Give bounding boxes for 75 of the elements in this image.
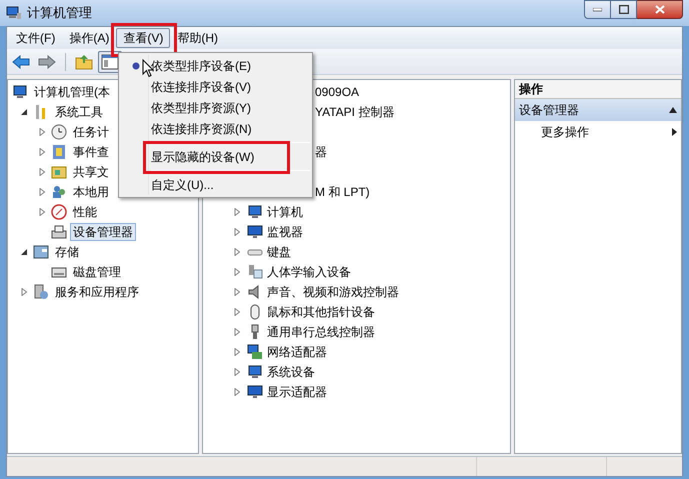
expand-arrow-icon[interactable] [233,368,241,376]
expand-arrow-icon[interactable] [233,288,241,296]
tree-item[interactable]: 磁盘管理 [70,263,124,281]
minimize-button[interactable] [584,0,611,19]
back-arrow-icon [12,54,30,68]
expand-arrow-icon[interactable] [38,128,46,136]
tree-item[interactable]: 监视器 [267,223,303,241]
menu-item[interactable]: 依连接排序资源(N) [121,118,310,139]
monitor-icon [247,224,263,240]
forward-arrow-icon [38,54,56,68]
computer-icon [12,84,28,100]
menu-bar-item[interactable]: 操作(A) [62,28,116,48]
tree-item[interactable]: 服务和应用程序 [52,283,142,301]
tree-item[interactable]: 设备管理器 [70,223,136,241]
expand-arrow-icon[interactable] [233,228,241,236]
menu-item[interactable]: 自定义(U)... [121,174,310,195]
tree-item[interactable]: 声音、视频和游戏控制器 [267,283,399,301]
menu-item[interactable]: 依类型排序资源(Y) [121,97,310,118]
tree-item[interactable]: 计算机管理(本 [31,83,113,101]
actions-header: 操作 [515,80,681,99]
clock-icon [51,124,67,140]
tree-item[interactable]: 器 [315,143,327,161]
menu-item[interactable]: 显示隐藏的设备(W) [121,146,310,167]
close-icon [654,5,664,14]
tree-item[interactable]: 网络适配器 [267,343,327,361]
menu-bar-item[interactable]: 文件(F) [9,28,62,48]
network-icon [247,344,263,360]
tree-item[interactable]: 性能 [70,203,100,221]
collapse-arrow-icon[interactable] [20,108,28,116]
expand-arrow-icon[interactable] [233,208,241,216]
tree-item[interactable]: 通用串行总线控制器 [267,323,375,341]
expand-arrow-icon[interactable] [233,268,241,276]
monitor-icon [247,384,263,400]
minimize-icon [593,8,602,12]
menu-bar-item[interactable]: 查看(V) [116,28,170,48]
tree-item[interactable]: 事件查 [70,143,112,161]
expand-arrow-icon[interactable] [233,308,241,316]
actions-section[interactable]: 设备管理器 [515,99,681,121]
tree-item[interactable]: 0909OA [315,83,360,101]
computer-management-icon [6,5,22,21]
menu-bar-item[interactable]: 帮助(H) [170,28,225,48]
users-icon [51,184,67,200]
tree-item[interactable]: 本地用 [70,183,112,201]
close-button[interactable] [637,0,683,19]
expand-arrow-icon[interactable] [20,288,28,296]
tree-item[interactable]: YATAPI 控制器 [315,103,394,121]
collapse-arrow-icon[interactable] [20,248,28,256]
expand-arrow-icon[interactable] [38,148,46,156]
expand-arrow-icon[interactable] [233,388,241,396]
tree-item[interactable]: 共享文 [70,163,112,181]
tree-item[interactable]: 任务计 [70,123,112,141]
expand-arrow-icon[interactable] [38,188,46,196]
tree-item[interactable]: 人体学输入设备 [267,263,351,281]
expand-arrow-icon[interactable] [233,328,241,336]
expand-arrow-icon[interactable] [38,168,46,176]
tree-item[interactable]: 键盘 [267,243,291,261]
expand-arrow-icon[interactable] [38,208,46,216]
action-item[interactable]: 更多操作 [515,121,681,143]
expand-arrow-icon[interactable] [233,348,241,356]
tree-item[interactable]: 系统设备 [267,363,315,381]
maximize-button[interactable] [611,0,637,19]
computer-icon [247,364,263,380]
expand-arrow-icon[interactable] [233,248,241,256]
maximize-icon [618,5,628,14]
tree-item[interactable]: 鼠标和其他指针设备 [267,303,375,321]
tree-item[interactable]: 系统工具 [52,103,106,121]
tree-item[interactable]: 存储 [52,243,82,261]
tree-item[interactable]: 计算机 [267,203,303,221]
folder-up-icon [75,54,93,70]
menu-item[interactable]: 依连接排序设备(V) [121,76,310,97]
tree-item[interactable]: M 和 LPT) [315,183,370,201]
computer-icon [247,204,263,220]
submenu-arrow-icon [672,128,677,136]
window-title: 计算机管理 [27,4,92,22]
tree-item[interactable]: 显示适配器 [267,383,327,401]
